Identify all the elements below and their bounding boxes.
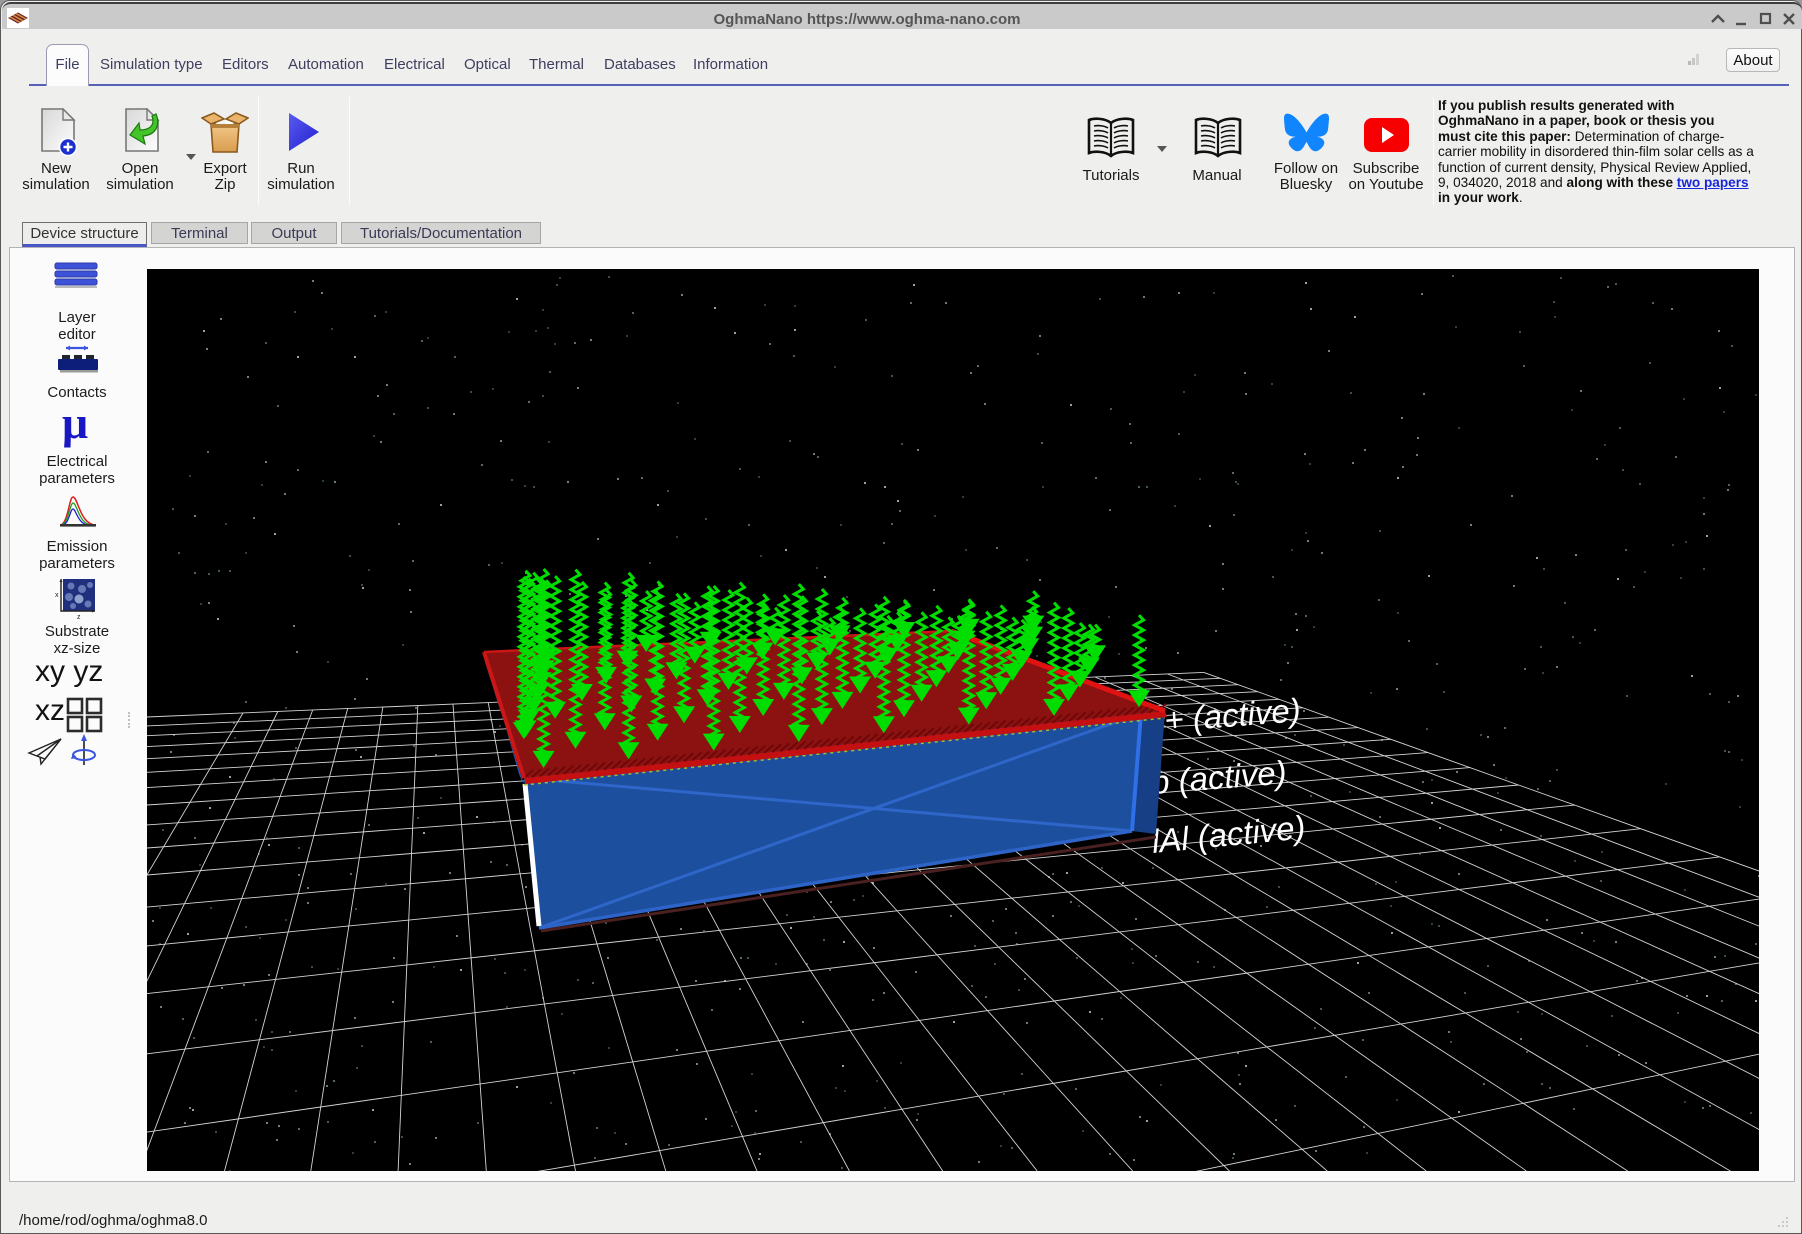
svg-text:p (active): p (active) (1149, 753, 1288, 801)
svg-text:x: x (55, 592, 59, 599)
svg-text:z: z (77, 614, 81, 619)
